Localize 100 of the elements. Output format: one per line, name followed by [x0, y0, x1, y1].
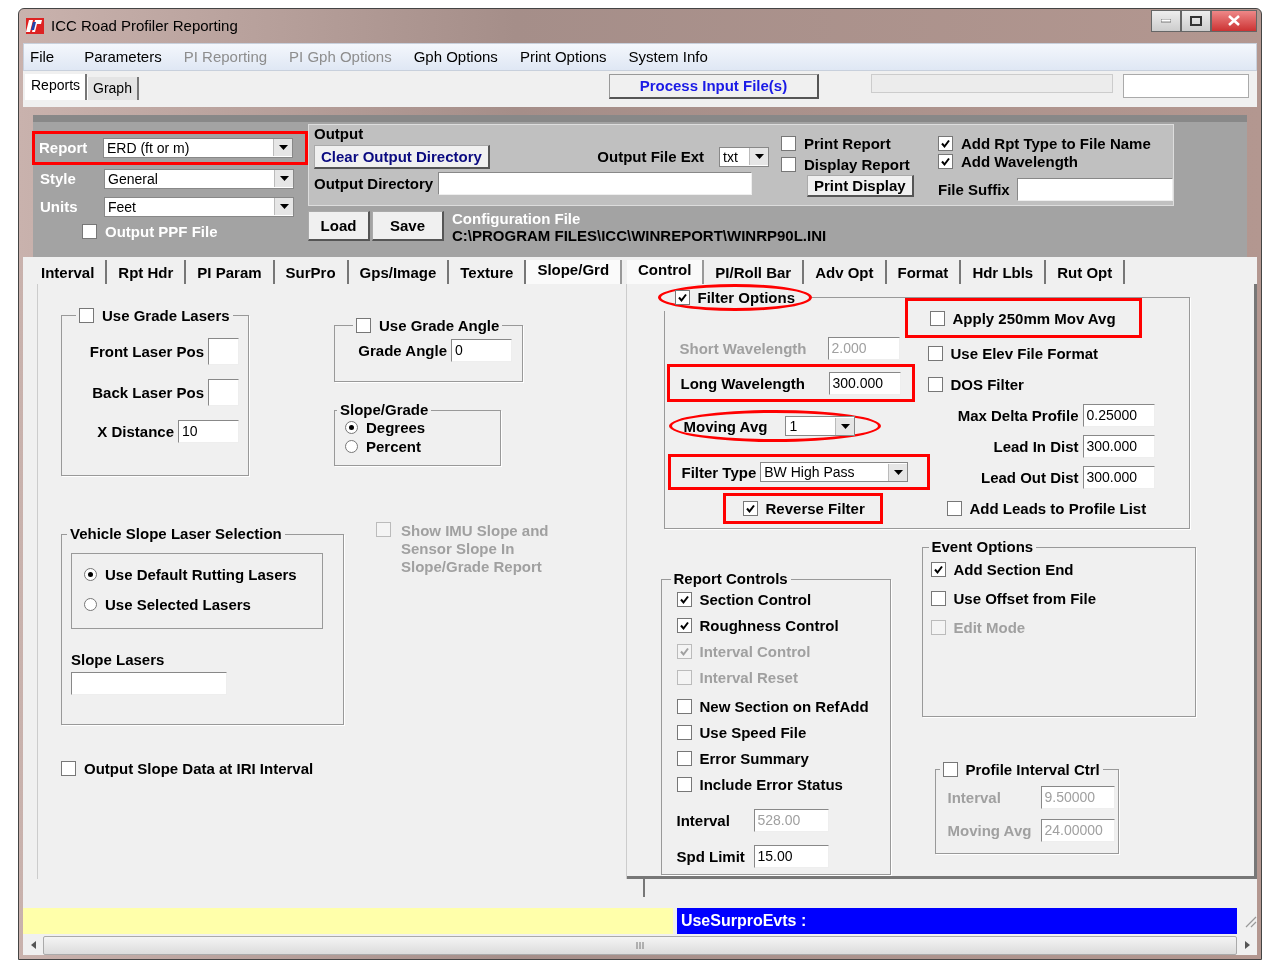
- checkbox[interactable]: [61, 761, 76, 777]
- checkbox[interactable]: [942, 762, 958, 778]
- radio-button[interactable]: [84, 568, 97, 582]
- text-field[interactable]: 10: [178, 420, 239, 444]
- checkbox[interactable]: [676, 751, 692, 767]
- checkbox[interactable]: [356, 318, 371, 334]
- group-title: Event Options: [931, 538, 1034, 556]
- checkbox[interactable]: [781, 156, 796, 172]
- checkbox-label: Error Summary: [699, 750, 809, 768]
- minimize-button[interactable]: [1151, 9, 1181, 32]
- checkbox-label: Use Speed File: [699, 724, 807, 742]
- text-field[interactable]: 300.000: [828, 371, 901, 395]
- field-label: File Suffix: [938, 180, 1010, 198]
- text-field[interactable]: 0.25000: [1082, 404, 1155, 428]
- field-label: Spd Limit: [676, 847, 746, 865]
- checkbox[interactable]: [676, 592, 692, 608]
- checkbox[interactable]: [938, 135, 953, 151]
- close-icon: [1228, 15, 1240, 27]
- group-title: Slope/Grade: [340, 401, 429, 419]
- print-display-button[interactable]: Print Display: [807, 174, 914, 197]
- checkbox[interactable]: [927, 346, 943, 362]
- checkbox[interactable]: [742, 501, 758, 517]
- checkbox-label: Add Wavelength: [961, 152, 1078, 170]
- checkbox[interactable]: [929, 310, 945, 326]
- checkbox[interactable]: [938, 153, 953, 169]
- checkbox-label: Use Offset from File: [953, 590, 1097, 608]
- checkbox[interactable]: [930, 562, 946, 578]
- field-label: Moving Avg: [683, 417, 768, 435]
- maximize-icon: [1190, 15, 1202, 26]
- checkbox[interactable]: [676, 777, 692, 793]
- text-field[interactable]: 0: [451, 339, 512, 363]
- menu-item[interactable]: Print Options: [508, 48, 618, 66]
- checkbox-label: Use Elev File Format: [950, 345, 1099, 363]
- field-label: Lead In Dist: [993, 438, 1079, 456]
- checkbox[interactable]: [927, 377, 943, 393]
- checkbox[interactable]: [676, 699, 692, 715]
- tab[interactable]: Reports: [25, 73, 88, 100]
- status-message: UseSurproEvts :: [676, 908, 1238, 935]
- field-label: Output File Ext: [597, 148, 704, 166]
- field-label: Output Directory: [314, 174, 434, 192]
- dropdown-field[interactable]: 1: [785, 416, 856, 437]
- checkbox-label: Output PPF File: [105, 222, 218, 240]
- config-button[interactable]: Load: [308, 210, 370, 241]
- checkbox[interactable]: [674, 290, 690, 306]
- process-button[interactable]: Process Input File(s): [608, 73, 819, 99]
- checkbox-label: Interval Reset: [699, 669, 798, 687]
- checkbox-label: Section Control: [699, 591, 812, 609]
- text-field[interactable]: 300.000: [1082, 435, 1155, 459]
- close-button[interactable]: [1211, 9, 1257, 32]
- grip-icon: [636, 941, 644, 949]
- menu-item[interactable]: File: [24, 48, 66, 66]
- dropdown-field[interactable]: General: [104, 168, 294, 189]
- group-title: Filter Options: [697, 289, 795, 307]
- tab[interactable]: Graph: [87, 76, 139, 100]
- field-label: Short Wavelength: [679, 339, 808, 357]
- menu-item[interactable]: System Info: [617, 48, 719, 66]
- radio-label: Degrees: [366, 419, 426, 437]
- checkbox-label: Use Grade Angle: [379, 317, 500, 335]
- field-label: Interval: [676, 811, 731, 829]
- resize-grip-icon: [1243, 914, 1257, 929]
- text-field[interactable]: 15.00: [753, 844, 829, 868]
- radio-button[interactable]: [345, 440, 358, 454]
- dropdown-field[interactable]: BW High Pass: [760, 462, 909, 483]
- checkbox-label: Print Report: [804, 134, 891, 152]
- clear-directory-button[interactable]: Clear Output Directory: [314, 144, 490, 169]
- text-field[interactable]: [1016, 177, 1173, 201]
- menu-item[interactable]: Parameters: [73, 48, 173, 66]
- checkbox-label: Interval Control: [699, 643, 811, 661]
- checkbox-label: Use Grade Lasers: [102, 307, 230, 325]
- dropdown-field[interactable]: Feet: [104, 196, 294, 217]
- minimize-icon: [1161, 18, 1171, 23]
- config-button[interactable]: Save: [372, 210, 444, 241]
- checkbox[interactable]: [676, 618, 692, 634]
- checkbox-label: Reverse Filter: [765, 500, 865, 518]
- text-field[interactable]: [71, 672, 227, 696]
- dropdown-field[interactable]: txt: [719, 146, 769, 167]
- checkbox[interactable]: [82, 223, 97, 239]
- maximize-button[interactable]: [1181, 9, 1211, 32]
- checkbox[interactable]: [930, 591, 946, 607]
- tab[interactable]: Control: [627, 260, 705, 285]
- field-label: Interval: [947, 789, 1002, 807]
- menu-item[interactable]: Gph Options: [402, 48, 509, 66]
- checkbox[interactable]: [946, 501, 962, 517]
- text-field[interactable]: [208, 338, 239, 366]
- text-field[interactable]: [208, 379, 239, 407]
- radio-button[interactable]: [345, 421, 358, 435]
- text-field[interactable]: [438, 171, 753, 195]
- tab[interactable]: Slope/Grd: [526, 260, 623, 285]
- checkbox[interactable]: [781, 135, 796, 151]
- checkbox-label: Show IMU Slope and Sensor Slope In Slope/Grade Report: [401, 522, 550, 577]
- radio-button[interactable]: [84, 598, 97, 612]
- text-field[interactable]: 300.000: [1082, 466, 1155, 490]
- radio-label: Percent: [366, 438, 422, 456]
- text-field[interactable]: [1122, 73, 1249, 98]
- field-label: Grade Angle: [358, 342, 447, 360]
- group-title: Output: [314, 124, 365, 142]
- dropdown-field[interactable]: ERD (ft or m): [103, 137, 293, 158]
- checkbox-label: DOS Filter: [950, 376, 1024, 394]
- checkbox[interactable]: [676, 725, 692, 741]
- checkbox[interactable]: [79, 308, 94, 324]
